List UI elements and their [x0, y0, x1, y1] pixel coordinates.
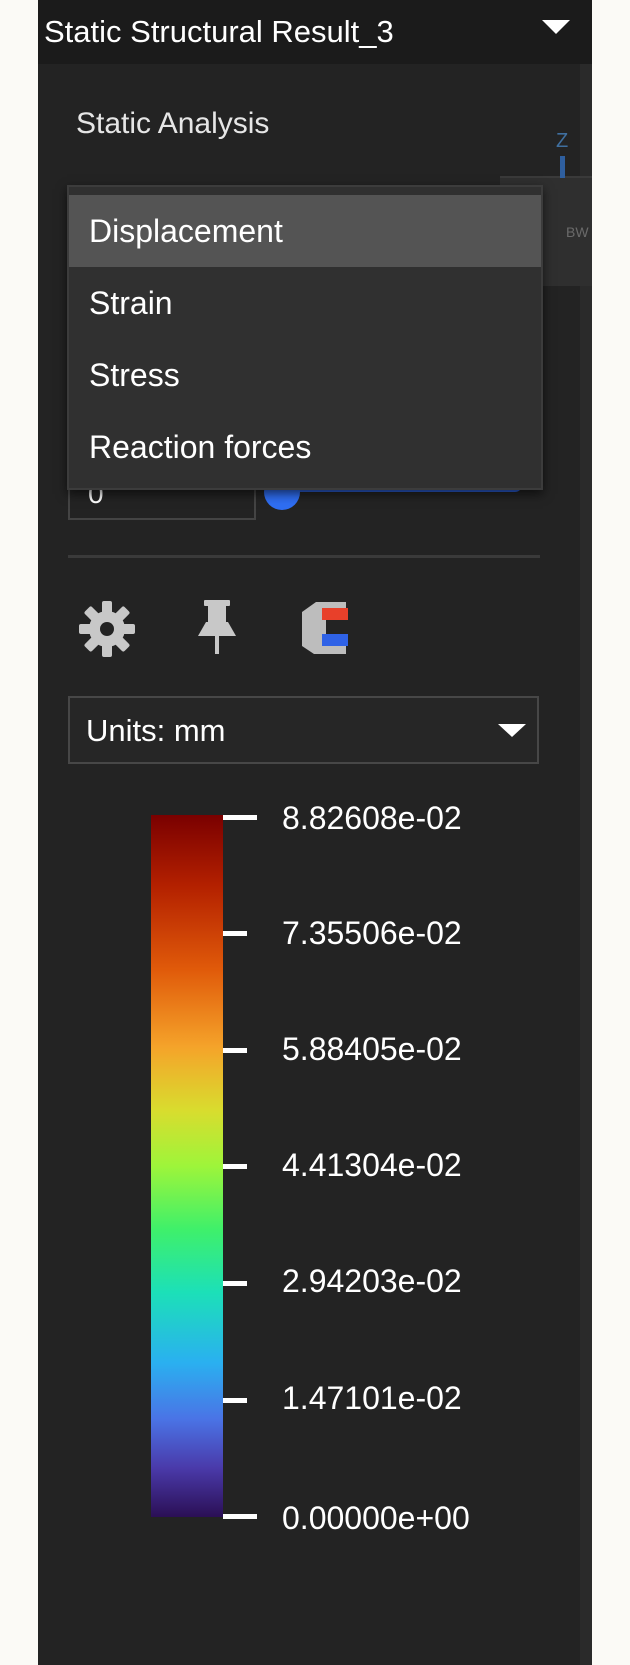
settings-button[interactable] — [76, 598, 138, 660]
legend-tick — [223, 931, 247, 936]
axis-z-indicator — [560, 156, 565, 178]
chevron-down-icon — [498, 724, 526, 737]
axis-z-label: Z — [556, 130, 569, 152]
probe-button[interactable] — [296, 598, 358, 660]
menu-item-reaction-forces[interactable]: Reaction forces — [69, 411, 541, 483]
legend-value: 4.41304e-02 — [282, 1147, 462, 1183]
legend-tick — [223, 1048, 247, 1053]
units-label: Units: mm — [86, 713, 226, 748]
menu-item-strain[interactable]: Strain — [69, 267, 541, 339]
chevron-down-icon[interactable] — [542, 20, 570, 34]
color-legend-bar — [151, 815, 223, 1517]
pin-button[interactable] — [186, 598, 248, 660]
legend-tick — [223, 1398, 247, 1403]
legend-tick — [223, 1281, 247, 1286]
legend-value: 0.00000e+00 — [282, 1500, 470, 1536]
legend-value: 8.82608e-02 — [282, 800, 462, 836]
units-dropdown[interactable]: Units: mm — [68, 696, 539, 764]
magnet-icon — [302, 602, 348, 654]
view-cube-label: BW — [566, 224, 589, 240]
gear-icon — [79, 601, 135, 657]
result-title[interactable]: Static Structural Result_3 — [44, 10, 394, 54]
viewport-edge — [580, 64, 592, 1665]
menu-item-stress[interactable]: Stress — [69, 339, 541, 411]
legend-value: 1.47101e-02 — [282, 1380, 462, 1416]
legend-tick — [223, 1164, 247, 1169]
analysis-type-label: Static Analysis — [76, 107, 270, 140]
divider — [68, 555, 540, 558]
legend-tick — [223, 1514, 257, 1519]
legend-tick — [223, 815, 257, 820]
legend-value: 2.94203e-02 — [282, 1263, 462, 1299]
menu-item-displacement[interactable]: Displacement — [69, 195, 541, 267]
legend-value: 5.88405e-02 — [282, 1031, 462, 1067]
result-type-dropdown-menu: Displacement Strain Stress Reaction forc… — [67, 185, 543, 490]
legend-value: 7.35506e-02 — [282, 915, 462, 951]
pin-icon — [198, 600, 236, 654]
